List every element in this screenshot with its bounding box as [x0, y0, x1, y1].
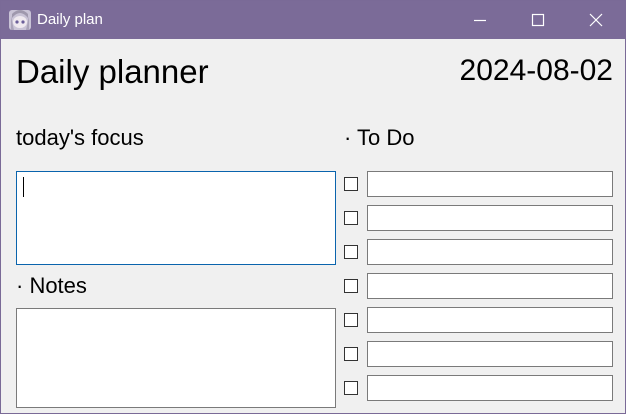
todo-item — [343, 171, 615, 197]
todo-label: · To Do — [344, 125, 415, 150]
todo-input[interactable] — [367, 239, 613, 265]
date-label: 2024-08-02 — [459, 54, 613, 87]
minimize-icon — [474, 19, 486, 22]
maximize-icon — [531, 13, 545, 27]
todo-checkbox[interactable] — [344, 313, 358, 327]
title-bar[interactable]: Daily plan — [1, 1, 625, 39]
planner-content: Daily planner 2024-08-02 today's focus ·… — [1, 39, 625, 413]
focus-textarea[interactable] — [16, 171, 336, 265]
todo-item — [343, 341, 615, 367]
notes-label: · Notes — [16, 273, 87, 298]
app-window: Daily plan Daily planner 2024-08-02 toda… — [0, 0, 626, 414]
page-title: Daily planner — [16, 53, 209, 90]
minimize-button[interactable] — [451, 1, 509, 39]
maximize-button[interactable] — [509, 1, 567, 39]
app-avatar-icon — [9, 10, 31, 30]
todo-input[interactable] — [367, 205, 613, 231]
close-button[interactable] — [567, 1, 625, 39]
todo-checkbox[interactable] — [344, 211, 358, 225]
todo-item — [343, 307, 615, 333]
todo-item — [343, 239, 615, 265]
todo-input[interactable] — [367, 341, 613, 367]
text-caret — [23, 177, 24, 197]
todo-item — [343, 205, 615, 231]
todo-checkbox[interactable] — [344, 279, 358, 293]
focus-label: today's focus — [16, 125, 144, 150]
todo-checkbox[interactable] — [344, 381, 358, 395]
todo-item — [343, 375, 615, 401]
close-icon — [589, 13, 603, 27]
notes-textarea[interactable] — [16, 308, 336, 408]
todo-checkbox[interactable] — [344, 177, 358, 191]
todo-checkbox[interactable] — [344, 347, 358, 361]
todo-input[interactable] — [367, 307, 613, 333]
todo-checkbox[interactable] — [344, 245, 358, 259]
todo-input[interactable] — [367, 171, 613, 197]
window-title: Daily plan — [37, 11, 103, 28]
todo-input[interactable] — [367, 375, 613, 401]
todo-input[interactable] — [367, 273, 613, 299]
todo-item — [343, 273, 615, 299]
